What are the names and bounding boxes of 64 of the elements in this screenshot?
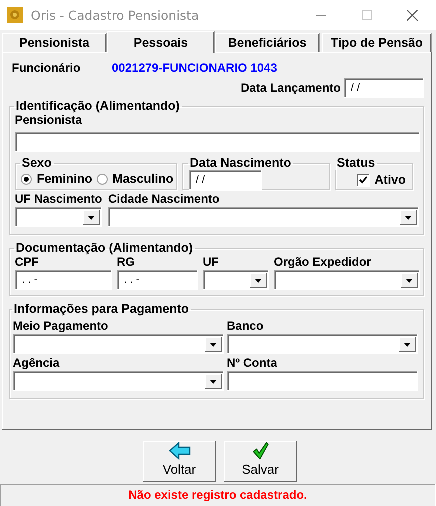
dropdown-button[interactable] [401,273,418,288]
field-label: Agência [13,356,60,370]
caret-icon [405,216,412,220]
checkmark-icon [250,442,270,460]
input-field[interactable]: . . - [15,270,112,290]
field-label: Pensionista [15,113,82,127]
tab[interactable]: Pensionista [2,33,107,52]
dropdown-button[interactable] [250,273,267,288]
group-title: Identificação (Alimentando) [15,99,181,113]
dropdown-button[interactable] [399,337,416,352]
radio-button[interactable]: Masculino [96,172,174,186]
save-button[interactable]: Salvar [224,441,297,482]
combo-box[interactable] [274,270,420,290]
field-label: RG [117,255,135,269]
status-message: Não existe registro cadastrado. [128,488,308,504]
input-field[interactable] [15,132,420,152]
field-label: Orgão Expedidor [274,255,372,269]
back-button[interactable]: Voltar [143,441,216,482]
maximize-icon [362,10,372,20]
check-icon [358,176,368,184]
employee-value: 0021279-FUNCIONARIO 1043 [112,61,278,75]
left-arrow-icon [168,442,190,460]
caret-icon [210,342,217,346]
checkbox[interactable]: Ativo [356,173,406,187]
combo-box[interactable] [13,371,224,391]
input-field[interactable]: . . - [117,270,198,290]
tab[interactable]: Pessoais [107,31,215,53]
input-field[interactable] [227,371,418,391]
input-field[interactable]: / / [189,170,262,190]
dropdown-button[interactable] [205,374,222,389]
combo-box[interactable] [227,334,418,354]
field-label: UF Nascimento [15,192,102,206]
field-label: CPF [15,255,39,269]
tab[interactable]: Beneficiários [215,33,320,52]
field-label: Meio Pagamento [13,319,108,333]
group-title: Data Nascimento [189,156,292,170]
field-label: Data Lançamento [240,81,341,95]
app-icon [7,7,23,23]
caret-icon [88,216,95,220]
field-label: Funcionário [12,61,82,75]
dropdown-button[interactable] [205,337,222,352]
combo-box[interactable] [203,270,269,290]
dropdown-button[interactable] [83,210,100,225]
combo-box[interactable] [13,334,224,354]
combo-box[interactable] [15,207,102,227]
dropdown-button[interactable] [400,210,418,225]
caret-icon [404,342,411,346]
group-title: Status [336,156,376,170]
group-title: Documentação (Alimentando) [15,241,194,255]
caret-icon [210,380,217,384]
combo-box[interactable] [108,207,420,227]
caret-icon [406,278,413,282]
radio-button[interactable]: Feminino [21,172,93,186]
group-title: Informações para Pagamento [13,302,190,316]
caret-icon [255,278,262,282]
field-label: Banco [227,319,264,333]
close-icon [407,10,418,20]
tab[interactable]: Tipo de Pensão [322,33,432,52]
field-label: Cidade Nascimento [108,192,220,206]
group-title: Sexo [21,156,53,170]
input-field[interactable]: / / [344,78,424,98]
field-label: Nº Conta [227,356,278,370]
field-label: UF [203,255,219,269]
window-title: Oris - Cadastro Pensionista [31,8,200,22]
